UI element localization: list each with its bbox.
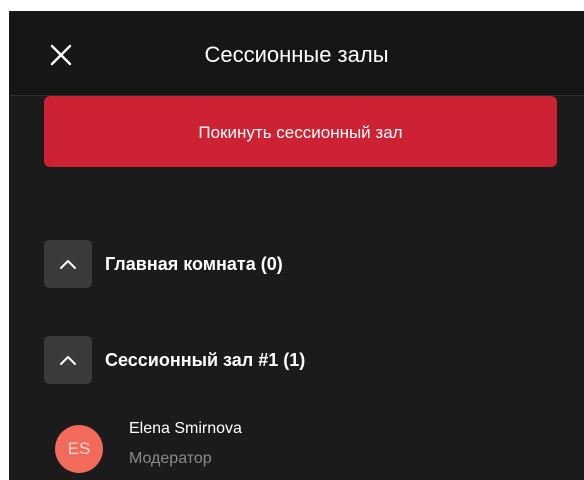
room-main: Главная комната (0) [44,240,283,288]
page-title: Сессионные залы [204,42,389,67]
chevron-up-icon [60,356,76,365]
room-main-title: Главная комната (0) [105,253,283,274]
participant-role: Модератор [129,450,212,467]
panel-header: Сессионные залы [9,11,584,96]
room-main-collapse-button[interactable] [44,240,92,288]
room-breakout-1: Сессионный зал #1 (1) [44,336,305,384]
leave-breakout-room-button[interactable]: Покинуть сессионный зал [44,96,557,167]
participant-name: Elena Smirnova [129,420,242,437]
room-breakout-1-collapse-button[interactable] [44,336,92,384]
room-breakout-1-title: Сессионный зал #1 (1) [105,349,306,370]
breakout-rooms-panel: Сессионные залы Покинуть сессионный зал … [9,11,584,480]
chevron-up-icon [60,260,76,269]
avatar: ES [55,425,103,473]
